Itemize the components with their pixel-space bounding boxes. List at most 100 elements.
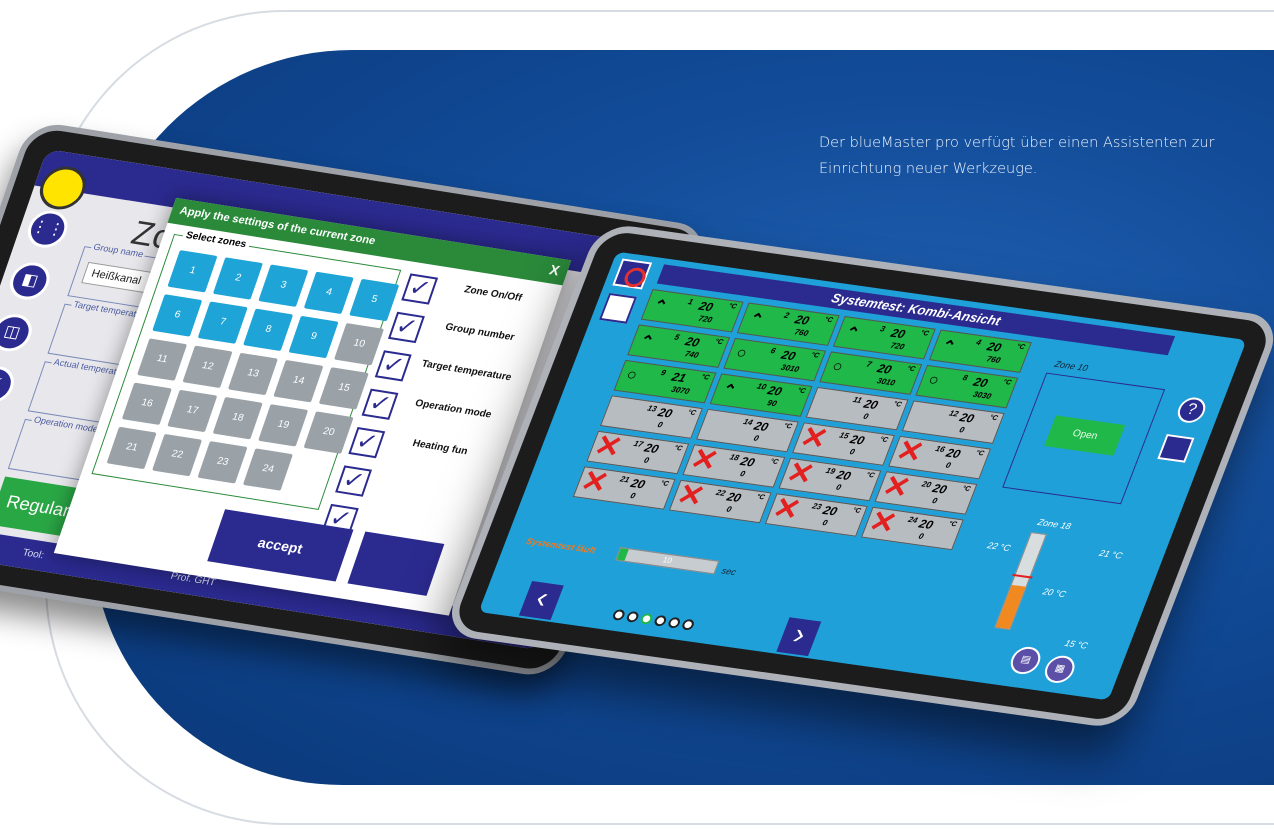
zone-select-button[interactable]: 8 <box>243 308 294 352</box>
zone-current: 0 <box>848 447 857 457</box>
page-dot[interactable] <box>680 618 696 631</box>
zone-select-button[interactable]: 7 <box>197 301 248 344</box>
page-dot[interactable] <box>611 608 627 621</box>
zone-tile[interactable]: ✕ 21 20 °C 0 <box>572 464 676 510</box>
help-icon[interactable]: ? <box>1173 395 1210 425</box>
zone-number: 1 <box>686 297 695 307</box>
zone-select-button[interactable]: 6 <box>152 294 203 337</box>
cube-icon[interactable]: ◧ <box>4 259 55 303</box>
zone-temperature: 20 <box>888 325 908 342</box>
page-dot[interactable] <box>639 612 654 625</box>
zone-select-button[interactable]: 24 <box>242 448 293 491</box>
zone-select-button[interactable]: 5 <box>349 278 400 322</box>
operator-icon[interactable] <box>1157 433 1195 463</box>
chart-view-icon[interactable]: ▤ <box>1006 645 1045 676</box>
page-dot[interactable] <box>625 610 641 623</box>
zone-number: 15 <box>838 430 851 441</box>
option-checkbox[interactable]: ✓ <box>401 273 439 305</box>
setpoint-marker <box>1012 573 1033 579</box>
grid-icon[interactable]: ▦ <box>0 415 2 458</box>
tool-icon[interactable] <box>598 292 638 324</box>
zone-tile[interactable]: ✕ 23 20 °C 0 <box>764 492 868 537</box>
zone-temperature: 20 <box>834 467 853 484</box>
zone-select-button[interactable]: 12 <box>182 345 233 389</box>
heating-up-icon: ⌃ <box>746 311 766 330</box>
zone-temperature: 20 <box>696 298 716 315</box>
temp-label: 22 °C <box>985 540 1013 554</box>
zone-select-button[interactable]: 16 <box>121 382 172 425</box>
zone-select-button[interactable]: 4 <box>303 271 354 315</box>
temperature-unit: °C <box>823 316 834 325</box>
chevron-left-icon[interactable]: ‹ <box>518 581 564 620</box>
zone-select-button[interactable]: 9 <box>288 315 339 359</box>
zone-select-button[interactable]: 18 <box>212 396 263 440</box>
error-x-icon: ✕ <box>685 442 723 478</box>
zone-current: 720 <box>697 313 714 325</box>
zone-temperature: 21 <box>669 369 688 386</box>
zone-tile[interactable]: ✕ 24 20 °C 0 <box>860 505 964 551</box>
zone-current: 3030 <box>971 389 993 401</box>
zone-select-button[interactable]: 10 <box>333 323 385 366</box>
zone-current: 720 <box>889 340 906 352</box>
zone-number: 22 <box>714 488 727 498</box>
zone-temperature: 20 <box>984 339 1004 355</box>
zone-temperature: 20 <box>765 383 785 399</box>
zone-select-button[interactable]: 21 <box>106 426 157 470</box>
temperature-unit: °C <box>960 485 972 493</box>
option-checkbox[interactable]: ✓ <box>335 465 373 497</box>
split-icon[interactable]: ◫ <box>0 311 37 355</box>
zone-tile[interactable]: ✕ 22 20 °C 0 <box>668 478 772 524</box>
zone-select-button[interactable]: 1 <box>167 250 218 293</box>
grid-view-icon[interactable]: ▦ <box>1040 653 1079 685</box>
zone-select-button[interactable]: 2 <box>212 257 263 300</box>
zone-select-button[interactable]: 23 <box>197 441 248 484</box>
zone-number: 8 <box>961 373 970 383</box>
zone-select-button[interactable]: 11 <box>137 338 188 381</box>
zone-select-button[interactable]: 14 <box>273 359 324 403</box>
temperature-unit: °C <box>768 458 780 466</box>
chart-icon[interactable]: ⟋ <box>0 363 20 406</box>
zone-temperature: 20 <box>683 334 702 350</box>
close-icon[interactable]: X <box>547 262 562 279</box>
option-checkbox[interactable]: ✓ <box>348 427 386 459</box>
zone-current: 3010 <box>779 362 801 374</box>
open-button[interactable]: Open <box>1044 415 1126 456</box>
keypad-icon[interactable]: ⋮⋮ <box>22 207 73 251</box>
zone-select-button[interactable]: 17 <box>167 389 218 433</box>
temp-label: 21 °C <box>1097 547 1124 561</box>
progress-bar: 10 <box>615 546 720 575</box>
tablet-front-screen: Systemtest: Kombi-Ansicht ⌃ 1 20 °C 720 ⌃ 2 20 °… <box>478 251 1247 701</box>
temperature-unit: °C <box>851 507 862 515</box>
option-checkbox[interactable]: ✓ <box>374 350 412 382</box>
zone-select-button[interactable]: 19 <box>258 404 309 447</box>
zone-number: 19 <box>824 466 837 476</box>
zone-number: 6 <box>769 346 777 356</box>
chevron-right-icon[interactable]: › <box>776 617 822 657</box>
system-status-label: Systemtest läuft <box>524 536 598 556</box>
temperature-unit: °C <box>905 365 917 374</box>
zone-select-button[interactable]: 22 <box>152 433 203 477</box>
option-checkbox[interactable]: ✓ <box>387 311 425 344</box>
regulate-icon: ○ <box>733 344 750 363</box>
zone-current: 760 <box>985 354 1002 365</box>
option-checkbox[interactable]: ✓ <box>361 388 399 420</box>
zone-select-button[interactable]: 3 <box>258 264 309 307</box>
option-label: Zone On/Off <box>462 284 524 304</box>
error-x-icon: ✕ <box>672 478 710 514</box>
error-x-icon: ✕ <box>576 464 614 500</box>
temperature-unit: °C <box>864 471 876 480</box>
zone-number: 4 <box>974 337 983 348</box>
zone-select-button[interactable]: 13 <box>227 352 278 396</box>
zone-select-button[interactable]: 20 <box>303 411 354 454</box>
temperature-unit: °C <box>727 302 738 311</box>
progress-unit: sec <box>720 565 738 578</box>
page-dot[interactable] <box>652 614 668 627</box>
tool-label: Tool: <box>20 547 46 562</box>
zone-current: 3010 <box>875 376 897 388</box>
zone-number: 3 <box>878 324 887 334</box>
zone-temperature: 20 <box>820 503 840 519</box>
cancel-button[interactable] <box>347 531 445 596</box>
zone-select-button[interactable]: 15 <box>318 367 369 410</box>
zone-temperature: 20 <box>642 440 661 457</box>
page-dot[interactable] <box>666 616 682 629</box>
